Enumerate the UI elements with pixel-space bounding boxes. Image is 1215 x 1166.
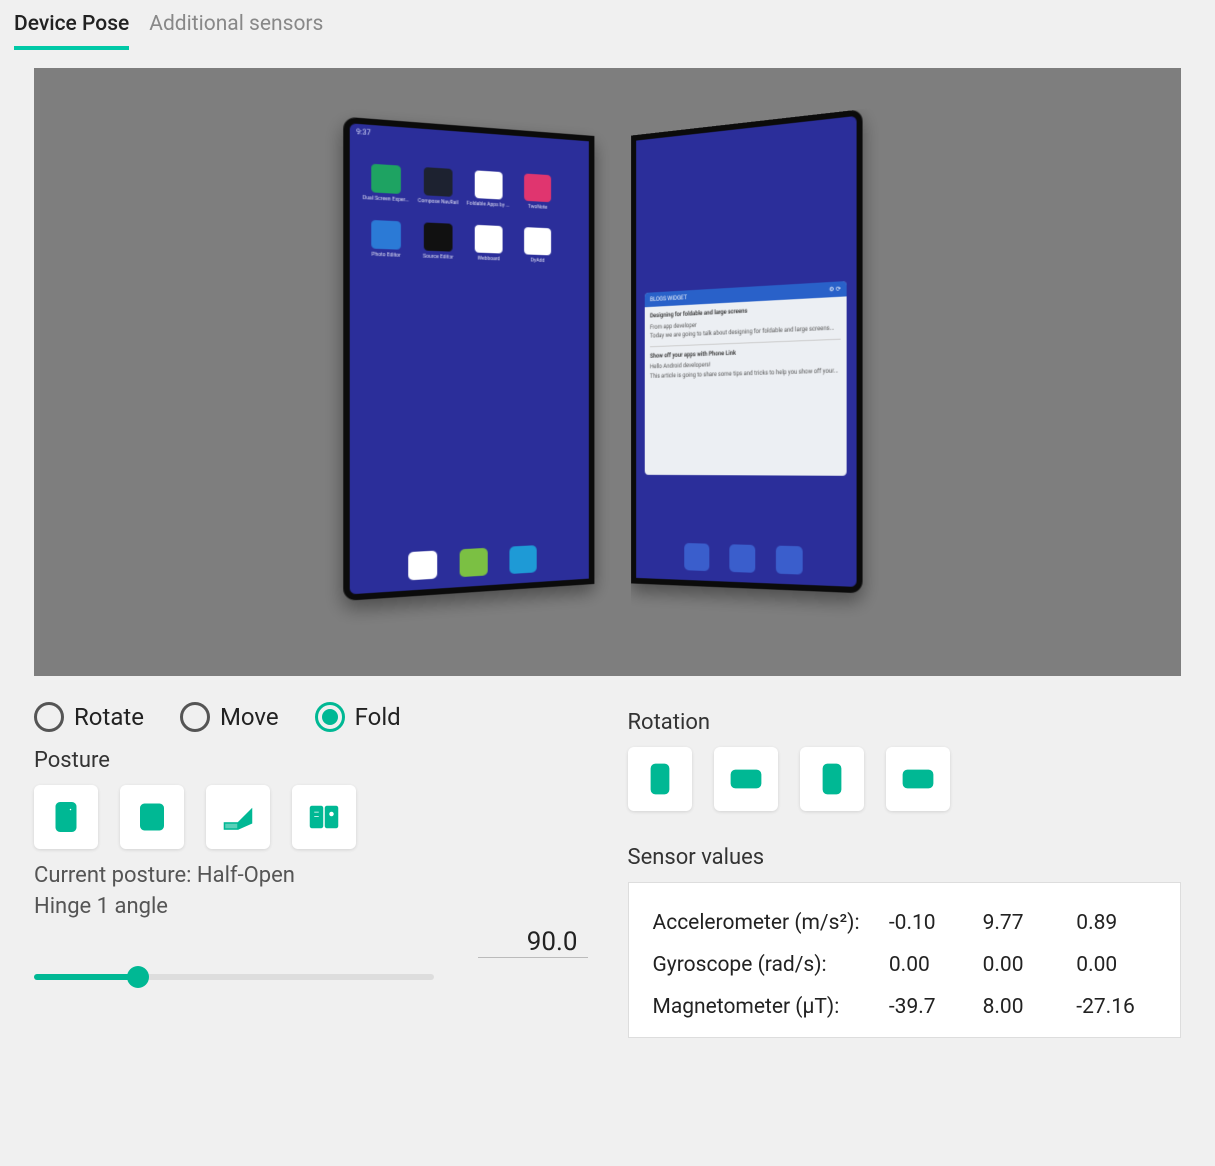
radio-fold[interactable]: Fold — [315, 702, 401, 732]
posture-book-button[interactable] — [292, 785, 356, 849]
posture-flat-button[interactable] — [120, 785, 184, 849]
dock-right — [684, 543, 802, 575]
rotation-landscape-button[interactable] — [714, 747, 778, 811]
app-shortcut: Webboard — [468, 225, 508, 263]
hinge-angle-label: Hinge 1 angle — [34, 894, 588, 919]
rotation-landscape-reverse-button[interactable] — [886, 747, 950, 811]
app-shortcut: Source Editor — [417, 222, 458, 261]
device-preview-canvas[interactable]: 9:37 Dual Screen Experi... Compose NavRa… — [34, 68, 1181, 676]
radio-rotate[interactable]: Rotate — [34, 702, 144, 732]
tab-bar: Device Pose Additional sensors — [0, 0, 1215, 50]
sensor-values-box: Accelerometer (m/s²): -0.10 9.77 0.89 Gy… — [628, 882, 1182, 1038]
sensor-values-label: Sensor values — [628, 845, 1182, 870]
manipulation-mode-group: Rotate Move Fold — [34, 702, 588, 732]
app-shortcut: TwoNote — [518, 173, 557, 211]
tab-device-pose[interactable]: Device Pose — [14, 12, 129, 50]
foldable-device-mock: 9:37 Dual Screen Experi... Compose NavRa… — [349, 121, 866, 604]
tab-additional-sensors[interactable]: Additional sensors — [149, 12, 323, 50]
posture-label: Posture — [34, 748, 588, 773]
sensor-row-magnetometer: Magnetometer (µT): -39.7 8.00 -27.16 — [647, 987, 1163, 1027]
posture-half-open-button[interactable] — [206, 785, 270, 849]
device-screen-left: 9:37 Dual Screen Experi... Compose NavRa… — [343, 117, 594, 601]
dock-left — [408, 545, 536, 580]
sensor-row-accelerometer: Accelerometer (m/s²): -0.10 9.77 0.89 — [647, 903, 1163, 943]
app-shortcut: Compose NavRail — [417, 167, 458, 206]
sensor-row-gyroscope: Gyroscope (rad/s): 0.00 0.00 0.00 — [647, 945, 1163, 985]
current-posture-text: Current posture: Half-Open — [34, 863, 588, 888]
app-shortcut: Foldable Apps by S... — [468, 170, 508, 209]
app-shortcut: Photo Editor — [364, 220, 406, 259]
hinge-angle-value[interactable]: 90.0 — [478, 927, 588, 958]
radio-move[interactable]: Move — [180, 702, 279, 732]
app-shortcut: DyAdd — [518, 227, 557, 264]
rotation-label: Rotation — [628, 710, 1182, 735]
blogs-widget: BLOGS WIDGET⚙ ⟳ Designing for foldable a… — [644, 281, 846, 476]
rotation-portrait-button[interactable] — [628, 747, 692, 811]
hinge-angle-slider[interactable] — [34, 974, 434, 980]
rotation-portrait-reverse-button[interactable] — [800, 747, 864, 811]
posture-closed-button[interactable] — [34, 785, 98, 849]
app-shortcut: Dual Screen Experi... — [364, 163, 406, 203]
device-screen-right: BLOGS WIDGET⚙ ⟳ Designing for foldable a… — [630, 109, 862, 593]
